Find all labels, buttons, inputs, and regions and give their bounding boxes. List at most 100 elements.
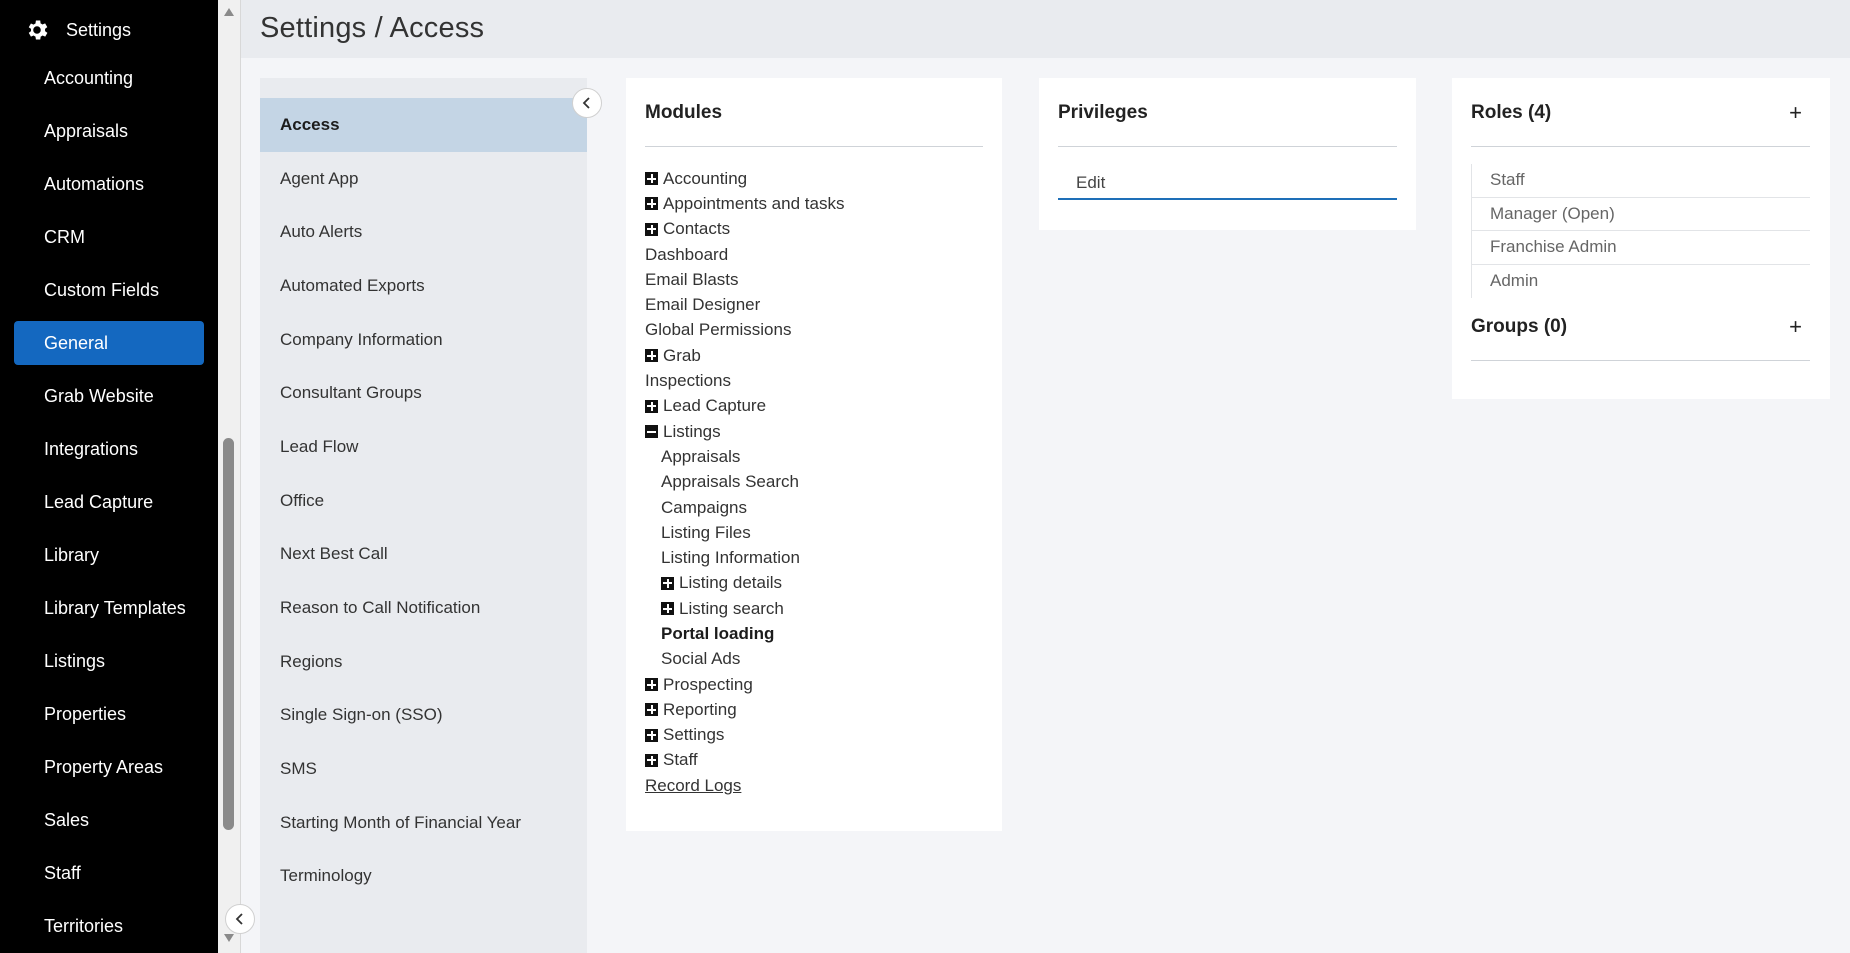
- expand-plus-icon[interactable]: [645, 197, 658, 211]
- role-item-admin[interactable]: Admin: [1472, 265, 1810, 299]
- expand-plus-icon[interactable]: [661, 576, 674, 590]
- expand-plus-icon[interactable]: [645, 172, 658, 186]
- submenu-item-company-information[interactable]: Company Information: [260, 313, 587, 367]
- scrollbar-thumb[interactable]: [223, 438, 234, 830]
- expand-plus-icon[interactable]: [645, 728, 658, 742]
- tree-item-label: Social Ads: [661, 649, 741, 669]
- sidebar-nav: Accounting Appraisals Automations CRM Custom…: [14, 56, 204, 953]
- sidebar-item-properties[interactable]: Properties: [14, 692, 204, 736]
- tree-subitem-appraisals[interactable]: Appraisals: [645, 444, 985, 469]
- tree-item-label: Campaigns: [661, 497, 747, 517]
- sidebar-item-general[interactable]: General: [14, 321, 204, 365]
- role-item-franchise-admin[interactable]: Franchise Admin: [1472, 231, 1810, 265]
- sidebar-item-automations[interactable]: Automations: [14, 162, 204, 206]
- sidebar-item-accounting[interactable]: Accounting: [14, 56, 204, 100]
- tree-subitem-social-ads[interactable]: Social Ads: [645, 647, 985, 672]
- tree-subitem-listing-information[interactable]: Listing Information: [645, 545, 985, 570]
- submenu-item-agent-app[interactable]: Agent App: [260, 152, 587, 206]
- tree-subitem-listing-files[interactable]: Listing Files: [645, 520, 985, 545]
- tree-subitem-listing-details[interactable]: Listing details: [645, 571, 985, 596]
- sidebar-header[interactable]: Settings: [24, 14, 131, 46]
- expand-plus-icon[interactable]: [645, 349, 658, 363]
- tree-item-email-blasts[interactable]: Email Blasts: [645, 267, 985, 292]
- tree-item-label: Prospecting: [663, 674, 753, 694]
- expand-plus-icon[interactable]: [661, 602, 674, 616]
- collapse-submenu-button[interactable]: [572, 88, 602, 118]
- sidebar-item-sales[interactable]: Sales: [14, 798, 204, 842]
- tree-item-listings[interactable]: Listings: [645, 419, 985, 444]
- tree-item-label: Dashboard: [645, 244, 729, 264]
- modules-panel: Modules Accounting Appointments and tasks…: [626, 78, 1002, 831]
- tree-subitem-appraisals-search[interactable]: Appraisals Search: [645, 470, 985, 495]
- sidebar-item-appraisals[interactable]: Appraisals: [14, 109, 204, 153]
- submenu-item-sms[interactable]: SMS: [260, 742, 587, 796]
- tree-item-dashboard[interactable]: Dashboard: [645, 242, 985, 267]
- expand-plus-icon[interactable]: [645, 399, 658, 413]
- sidebar-item-territories[interactable]: Territories: [14, 904, 204, 948]
- sidebar-item-lead-capture[interactable]: Lead Capture: [14, 480, 204, 524]
- role-item-staff[interactable]: Staff: [1472, 164, 1810, 198]
- sidebar-item-staff[interactable]: Staff: [14, 851, 204, 895]
- submenu-item-next-best-call[interactable]: Next Best Call: [260, 528, 587, 582]
- sidebar-item-property-areas[interactable]: Property Areas: [14, 745, 204, 789]
- divider: [645, 146, 983, 147]
- sidebar-item-integrations[interactable]: Integrations: [14, 427, 204, 471]
- expand-plus-icon[interactable]: [645, 678, 658, 692]
- submenu-item-lead-flow[interactable]: Lead Flow: [260, 420, 587, 474]
- role-item-manager-open[interactable]: Manager (Open): [1472, 198, 1810, 231]
- tree-item-appointments-and-tasks[interactable]: Appointments and tasks: [645, 191, 985, 216]
- scroll-up-arrow-icon[interactable]: [224, 8, 234, 16]
- tree-item-contacts[interactable]: Contacts: [645, 217, 985, 242]
- tree-item-grab[interactable]: Grab: [645, 343, 985, 368]
- expand-plus-icon[interactable]: [645, 703, 658, 717]
- submenu-item-terminology[interactable]: Terminology: [260, 850, 587, 904]
- sidebar-item-custom-fields[interactable]: Custom Fields: [14, 268, 204, 312]
- expand-plus-icon[interactable]: [645, 222, 658, 236]
- tree-item-label: Email Blasts: [645, 269, 739, 289]
- tree-item-label: Lead Capture: [663, 396, 767, 416]
- tree-item-inspections[interactable]: Inspections: [645, 368, 985, 393]
- submenu-item-automated-exports[interactable]: Automated Exports: [260, 259, 587, 313]
- submenu-item-office[interactable]: Office: [260, 474, 587, 528]
- tree-item-label: Listing search: [679, 598, 784, 618]
- submenu-item-reason-to-call-notification[interactable]: Reason to Call Notification: [260, 581, 587, 635]
- tree-item-email-designer[interactable]: Email Designer: [645, 292, 985, 317]
- tree-item-staff[interactable]: Staff: [645, 748, 985, 773]
- submenu-item-access[interactable]: Access: [260, 98, 587, 152]
- chevron-left-icon: [582, 97, 590, 109]
- submenu-item-starting-month-of-financial-year[interactable]: Starting Month of Financial Year: [260, 796, 587, 850]
- tree-item-label: Inspections: [645, 371, 731, 391]
- collapse-sidebar-button[interactable]: [225, 904, 255, 934]
- sidebar-item-listings[interactable]: Listings: [14, 639, 204, 683]
- expand-plus-icon[interactable]: [645, 753, 658, 767]
- submenu-item-auto-alerts[interactable]: Auto Alerts: [260, 205, 587, 259]
- tree-item-reporting[interactable]: Reporting: [645, 697, 985, 722]
- sidebar-item-library-templates[interactable]: Library Templates: [14, 586, 204, 630]
- tree-subitem-listing-search[interactable]: Listing search: [645, 596, 985, 621]
- submenu-item-regions[interactable]: Regions: [260, 635, 587, 689]
- submenu-list: Access Agent App Auto Alerts Automated Expo…: [260, 78, 587, 903]
- tree-item-lead-capture[interactable]: Lead Capture: [645, 394, 985, 419]
- tree-item-label: Appraisals Search: [661, 472, 799, 492]
- submenu-item-single-sign-on-sso[interactable]: Single Sign-on (SSO): [260, 689, 587, 743]
- add-group-button[interactable]: +: [1789, 316, 1802, 338]
- tree-item-global-permissions[interactable]: Global Permissions: [645, 318, 985, 343]
- tree-subitem-campaigns[interactable]: Campaigns: [645, 495, 985, 520]
- sidebar-scrollbar[interactable]: [218, 0, 240, 953]
- privilege-item-edit[interactable]: Edit: [1058, 168, 1397, 200]
- scroll-down-arrow-icon[interactable]: [224, 934, 234, 942]
- sidebar-item-crm[interactable]: CRM: [14, 215, 204, 259]
- privileges-panel: Privileges Edit: [1039, 78, 1416, 230]
- sidebar-item-library[interactable]: Library: [14, 533, 204, 577]
- tree-item-label: Reporting: [663, 699, 737, 719]
- add-role-button[interactable]: +: [1789, 102, 1802, 124]
- sidebar-item-grab-website[interactable]: Grab Website: [14, 374, 204, 418]
- tree-item-record-logs[interactable]: Record Logs: [645, 773, 985, 798]
- tree-item-settings[interactable]: Settings: [645, 723, 985, 748]
- tree-item-prospecting[interactable]: Prospecting: [645, 672, 985, 697]
- tree-item-accounting[interactable]: Accounting: [645, 166, 985, 191]
- tree-item-label: Email Designer: [645, 295, 761, 315]
- tree-subitem-portal-loading[interactable]: Portal loading: [645, 621, 985, 646]
- collapse-minus-icon[interactable]: [645, 425, 658, 439]
- submenu-item-consultant-groups[interactable]: Consultant Groups: [260, 366, 587, 420]
